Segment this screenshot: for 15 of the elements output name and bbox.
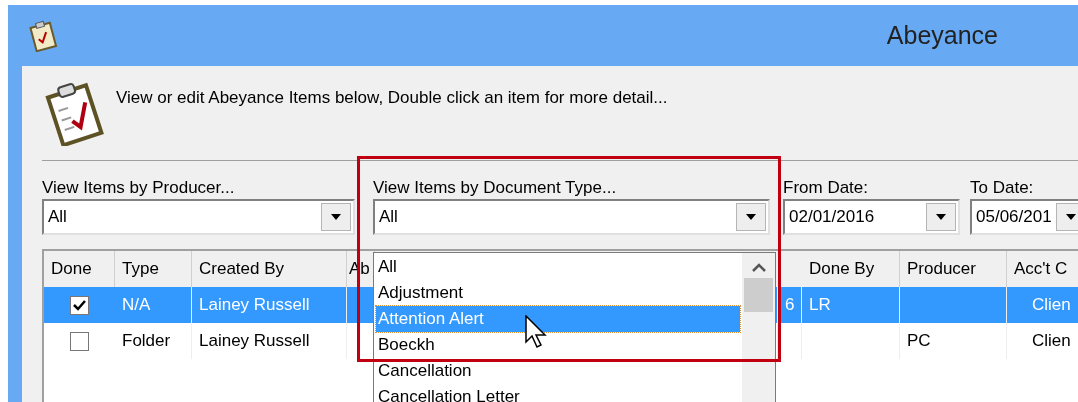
filter-label: View Items by Document Type...	[373, 177, 618, 195]
table-cell-text: LR	[809, 294, 831, 317]
table-cell-text: Clien	[1032, 330, 1071, 353]
table-cell-text: 6	[785, 294, 795, 317]
table-cell-text: N/A	[122, 294, 151, 317]
filter-label: To Date:	[970, 177, 1035, 195]
table-cell-text: PC	[907, 330, 931, 353]
table-cell-text: Lainey Russell	[199, 330, 310, 353]
filter-label: View Items by Producer...	[42, 177, 236, 195]
table-cell-text: Folder	[122, 330, 171, 353]
instruction-text: View or edit Abeyance Items below, Double click an item for more detail...	[116, 87, 668, 109]
filter-label: From Date:	[783, 177, 870, 195]
table-cell-text: Lainey Russell	[199, 294, 310, 317]
table-cell-text: Clien	[1032, 294, 1071, 317]
window-title: Abeyance	[886, 19, 998, 51]
